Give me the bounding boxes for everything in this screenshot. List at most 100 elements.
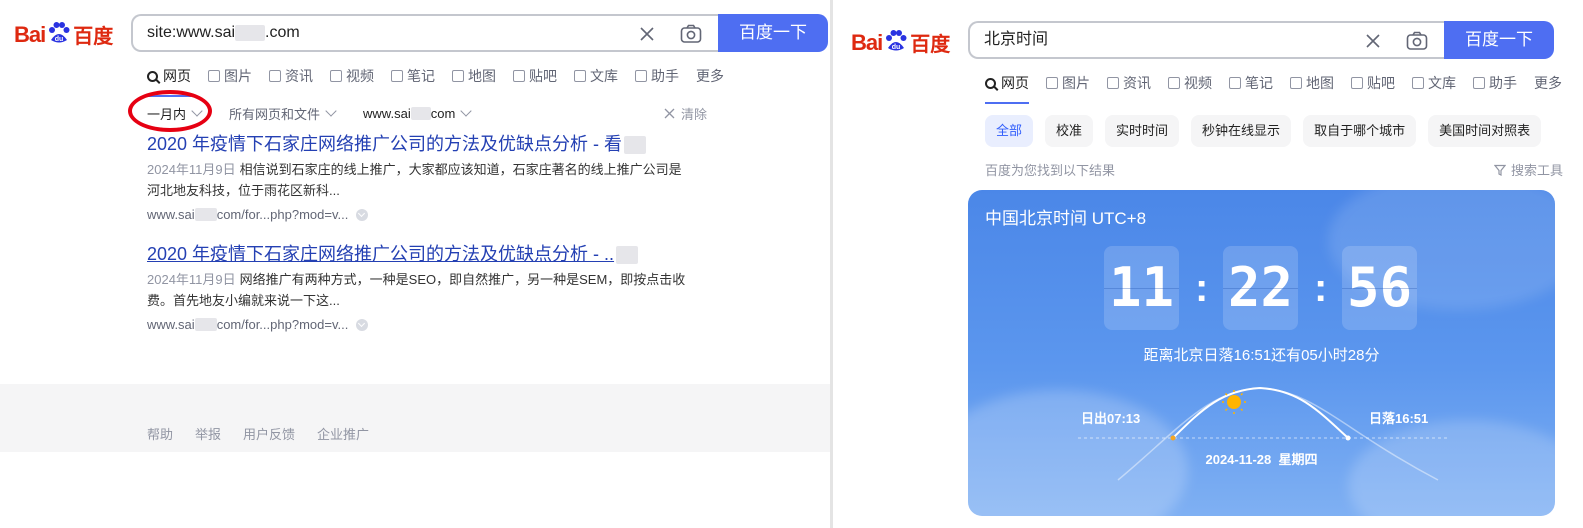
type-filter-label: 所有网页和文件 xyxy=(229,107,321,122)
tab-label: 笔记 xyxy=(407,68,435,84)
tab-label: 贴吧 xyxy=(529,68,557,84)
search-button[interactable]: 百度一下 xyxy=(718,14,828,52)
search-icon xyxy=(985,77,996,89)
result-title-text: 2020 年疫情下石家庄网络推广公司的方法及优缺点分析 - .. xyxy=(147,244,615,264)
tab-news[interactable]: 资讯 xyxy=(1107,73,1151,93)
tab-label: 图片 xyxy=(224,68,252,84)
footer-link-report[interactable]: 举报 xyxy=(195,424,221,443)
chevron-down-icon xyxy=(460,104,472,117)
search-box[interactable]: site:www.sai .com xyxy=(131,14,718,52)
search-tabs: 网页 图片 资讯 视频 笔记 地图 贴吧 文库 助手 更多 xyxy=(147,66,741,97)
tab-label: 图片 xyxy=(1062,75,1090,91)
tab-image[interactable]: 图片 xyxy=(1046,73,1090,93)
blurred-text xyxy=(624,136,647,155)
search-button[interactable]: 百度一下 xyxy=(1444,21,1554,59)
result-title-link[interactable]: 2020 年疫情下石家庄网络推广公司的方法及优缺点分析 - .. xyxy=(147,243,707,265)
search-tools-button[interactable]: 搜索工具 xyxy=(1493,160,1563,179)
tab-label: 更多 xyxy=(696,68,724,84)
blurred-text xyxy=(194,208,217,221)
baidu-logo[interactable]: Bai du 百度 xyxy=(851,28,950,57)
camera-icon[interactable] xyxy=(1406,31,1428,51)
result-url-suffix: com/for...php?mod=v... xyxy=(216,207,349,222)
tab-ai[interactable]: 助手 xyxy=(1473,73,1517,93)
note-icon xyxy=(1229,77,1241,89)
search-box[interactable]: 北京时间 xyxy=(968,21,1444,59)
seconds-digit: 56 xyxy=(1342,246,1417,330)
tab-video[interactable]: 视频 xyxy=(330,66,374,86)
camera-icon[interactable] xyxy=(680,24,702,44)
result-title-link[interactable]: 2020 年疫情下石家庄网络推广公司的方法及优缺点分析 - 看 xyxy=(147,133,707,155)
footer-link-business[interactable]: 企业推广 xyxy=(317,424,369,443)
minutes-digit: 22 xyxy=(1223,246,1298,330)
chevron-down-icon[interactable] xyxy=(356,208,369,221)
tab-search[interactable]: 网页 xyxy=(985,73,1029,104)
footer-link-feedback[interactable]: 用户反馈 xyxy=(243,424,295,443)
blurred-text xyxy=(410,107,431,120)
footer-link-help[interactable]: 帮助 xyxy=(147,424,173,443)
tab-search[interactable]: 网页 xyxy=(147,66,191,97)
chevron-down-icon[interactable] xyxy=(356,318,369,331)
tab-tieba[interactable]: 贴吧 xyxy=(513,66,557,86)
tab-note[interactable]: 笔记 xyxy=(391,66,435,86)
current-date: 2024-11-28 星期四 xyxy=(968,449,1555,468)
clear-filter-button[interactable]: 清除 xyxy=(664,104,707,123)
tab-label: 视频 xyxy=(346,68,374,84)
left-browser-pane: Bai du 百度 site:www.sai .com 百度一下 网页 图片 资讯 视频… xyxy=(0,0,830,528)
search-result: 2020 年疫情下石家庄网络推广公司的方法及优缺点分析 - 看 2024年11月… xyxy=(147,133,707,222)
search-input[interactable]: 北京时间 xyxy=(984,23,1048,57)
tab-news[interactable]: 资讯 xyxy=(269,66,313,86)
result-title-text: 2020 年疫情下石家庄网络推广公司的方法及优缺点分析 - 看 xyxy=(147,134,623,154)
search-input[interactable]: site:www.sai .com xyxy=(147,16,300,50)
result-url-prefix: www.sai xyxy=(147,207,195,222)
tab-label: 网页 xyxy=(163,68,191,84)
blurred-text xyxy=(194,318,217,331)
tab-ai[interactable]: 助手 xyxy=(635,66,679,86)
related-pill[interactable]: 取自于哪个城市 xyxy=(1303,115,1417,147)
tab-note[interactable]: 笔记 xyxy=(1229,73,1273,93)
tab-wenku[interactable]: 文库 xyxy=(574,66,618,86)
time-card-title: 中国北京时间 UTC+8 xyxy=(985,209,1147,228)
tab-map[interactable]: 地图 xyxy=(452,66,496,86)
result-url-suffix: com/for...php?mod=v... xyxy=(216,317,349,332)
tieba-icon xyxy=(1351,77,1363,89)
page-footer: 帮助 举报 用户反馈 企业推广 xyxy=(0,384,830,452)
related-pill[interactable]: 校准 xyxy=(1045,115,1094,147)
image-icon xyxy=(208,70,220,82)
site-filter[interactable]: www.sai com xyxy=(363,104,472,121)
related-pill[interactable]: 美国时间对照表 xyxy=(1428,115,1542,147)
tieba-icon xyxy=(513,70,525,82)
blurred-text xyxy=(235,24,266,41)
tab-label: 地图 xyxy=(1306,75,1334,91)
news-icon xyxy=(1107,77,1119,89)
clear-icon[interactable] xyxy=(640,27,654,41)
logo-text: Bai xyxy=(14,21,46,47)
search-query-text: 北京时间 xyxy=(984,31,1049,48)
tab-wenku[interactable]: 文库 xyxy=(1412,73,1456,93)
baidu-logo[interactable]: Bai du 百度 xyxy=(14,20,113,49)
tab-label: 资讯 xyxy=(1123,75,1151,91)
tab-label: 文库 xyxy=(1428,75,1456,91)
search-result: 2020 年疫情下石家庄网络推广公司的方法及优缺点分析 - .. 2024年11… xyxy=(147,243,707,332)
clear-icon[interactable] xyxy=(1366,34,1380,48)
result-date: 2024年11月9日 xyxy=(147,162,236,177)
search-tabs: 网页 图片 资讯 视频 笔记 地图 贴吧 文库 助手 更多 xyxy=(985,73,1579,104)
tab-map[interactable]: 地图 xyxy=(1290,73,1334,93)
result-date: 2024年11月9日 xyxy=(147,272,236,287)
tab-video[interactable]: 视频 xyxy=(1168,73,1212,93)
sunset-label: 日落16:51 xyxy=(1369,411,1429,426)
related-pill[interactable]: 秒钟在线显示 xyxy=(1191,115,1292,147)
tab-more[interactable]: 更多 xyxy=(696,66,724,86)
type-filter[interactable]: 所有网页和文件 xyxy=(229,104,337,123)
map-icon xyxy=(452,70,464,82)
tab-more[interactable]: 更多 xyxy=(1534,73,1562,93)
filter-icon xyxy=(1493,164,1506,176)
result-snippet: 2024年11月9日 网络推广有两种方式，一种是SEO，即自然推广，另一种是SEM… xyxy=(147,269,692,311)
tab-image[interactable]: 图片 xyxy=(208,66,252,86)
related-pill[interactable]: 全部 xyxy=(985,115,1034,147)
clear-filter-label: 清除 xyxy=(680,107,707,122)
result-url[interactable]: www.sai com/for...php?mod=v... xyxy=(147,317,707,332)
result-url[interactable]: www.sai com/for...php?mod=v... xyxy=(147,207,707,222)
tab-tieba[interactable]: 贴吧 xyxy=(1351,73,1395,93)
tab-label: 更多 xyxy=(1534,75,1562,91)
related-pill[interactable]: 实时时间 xyxy=(1105,115,1180,147)
